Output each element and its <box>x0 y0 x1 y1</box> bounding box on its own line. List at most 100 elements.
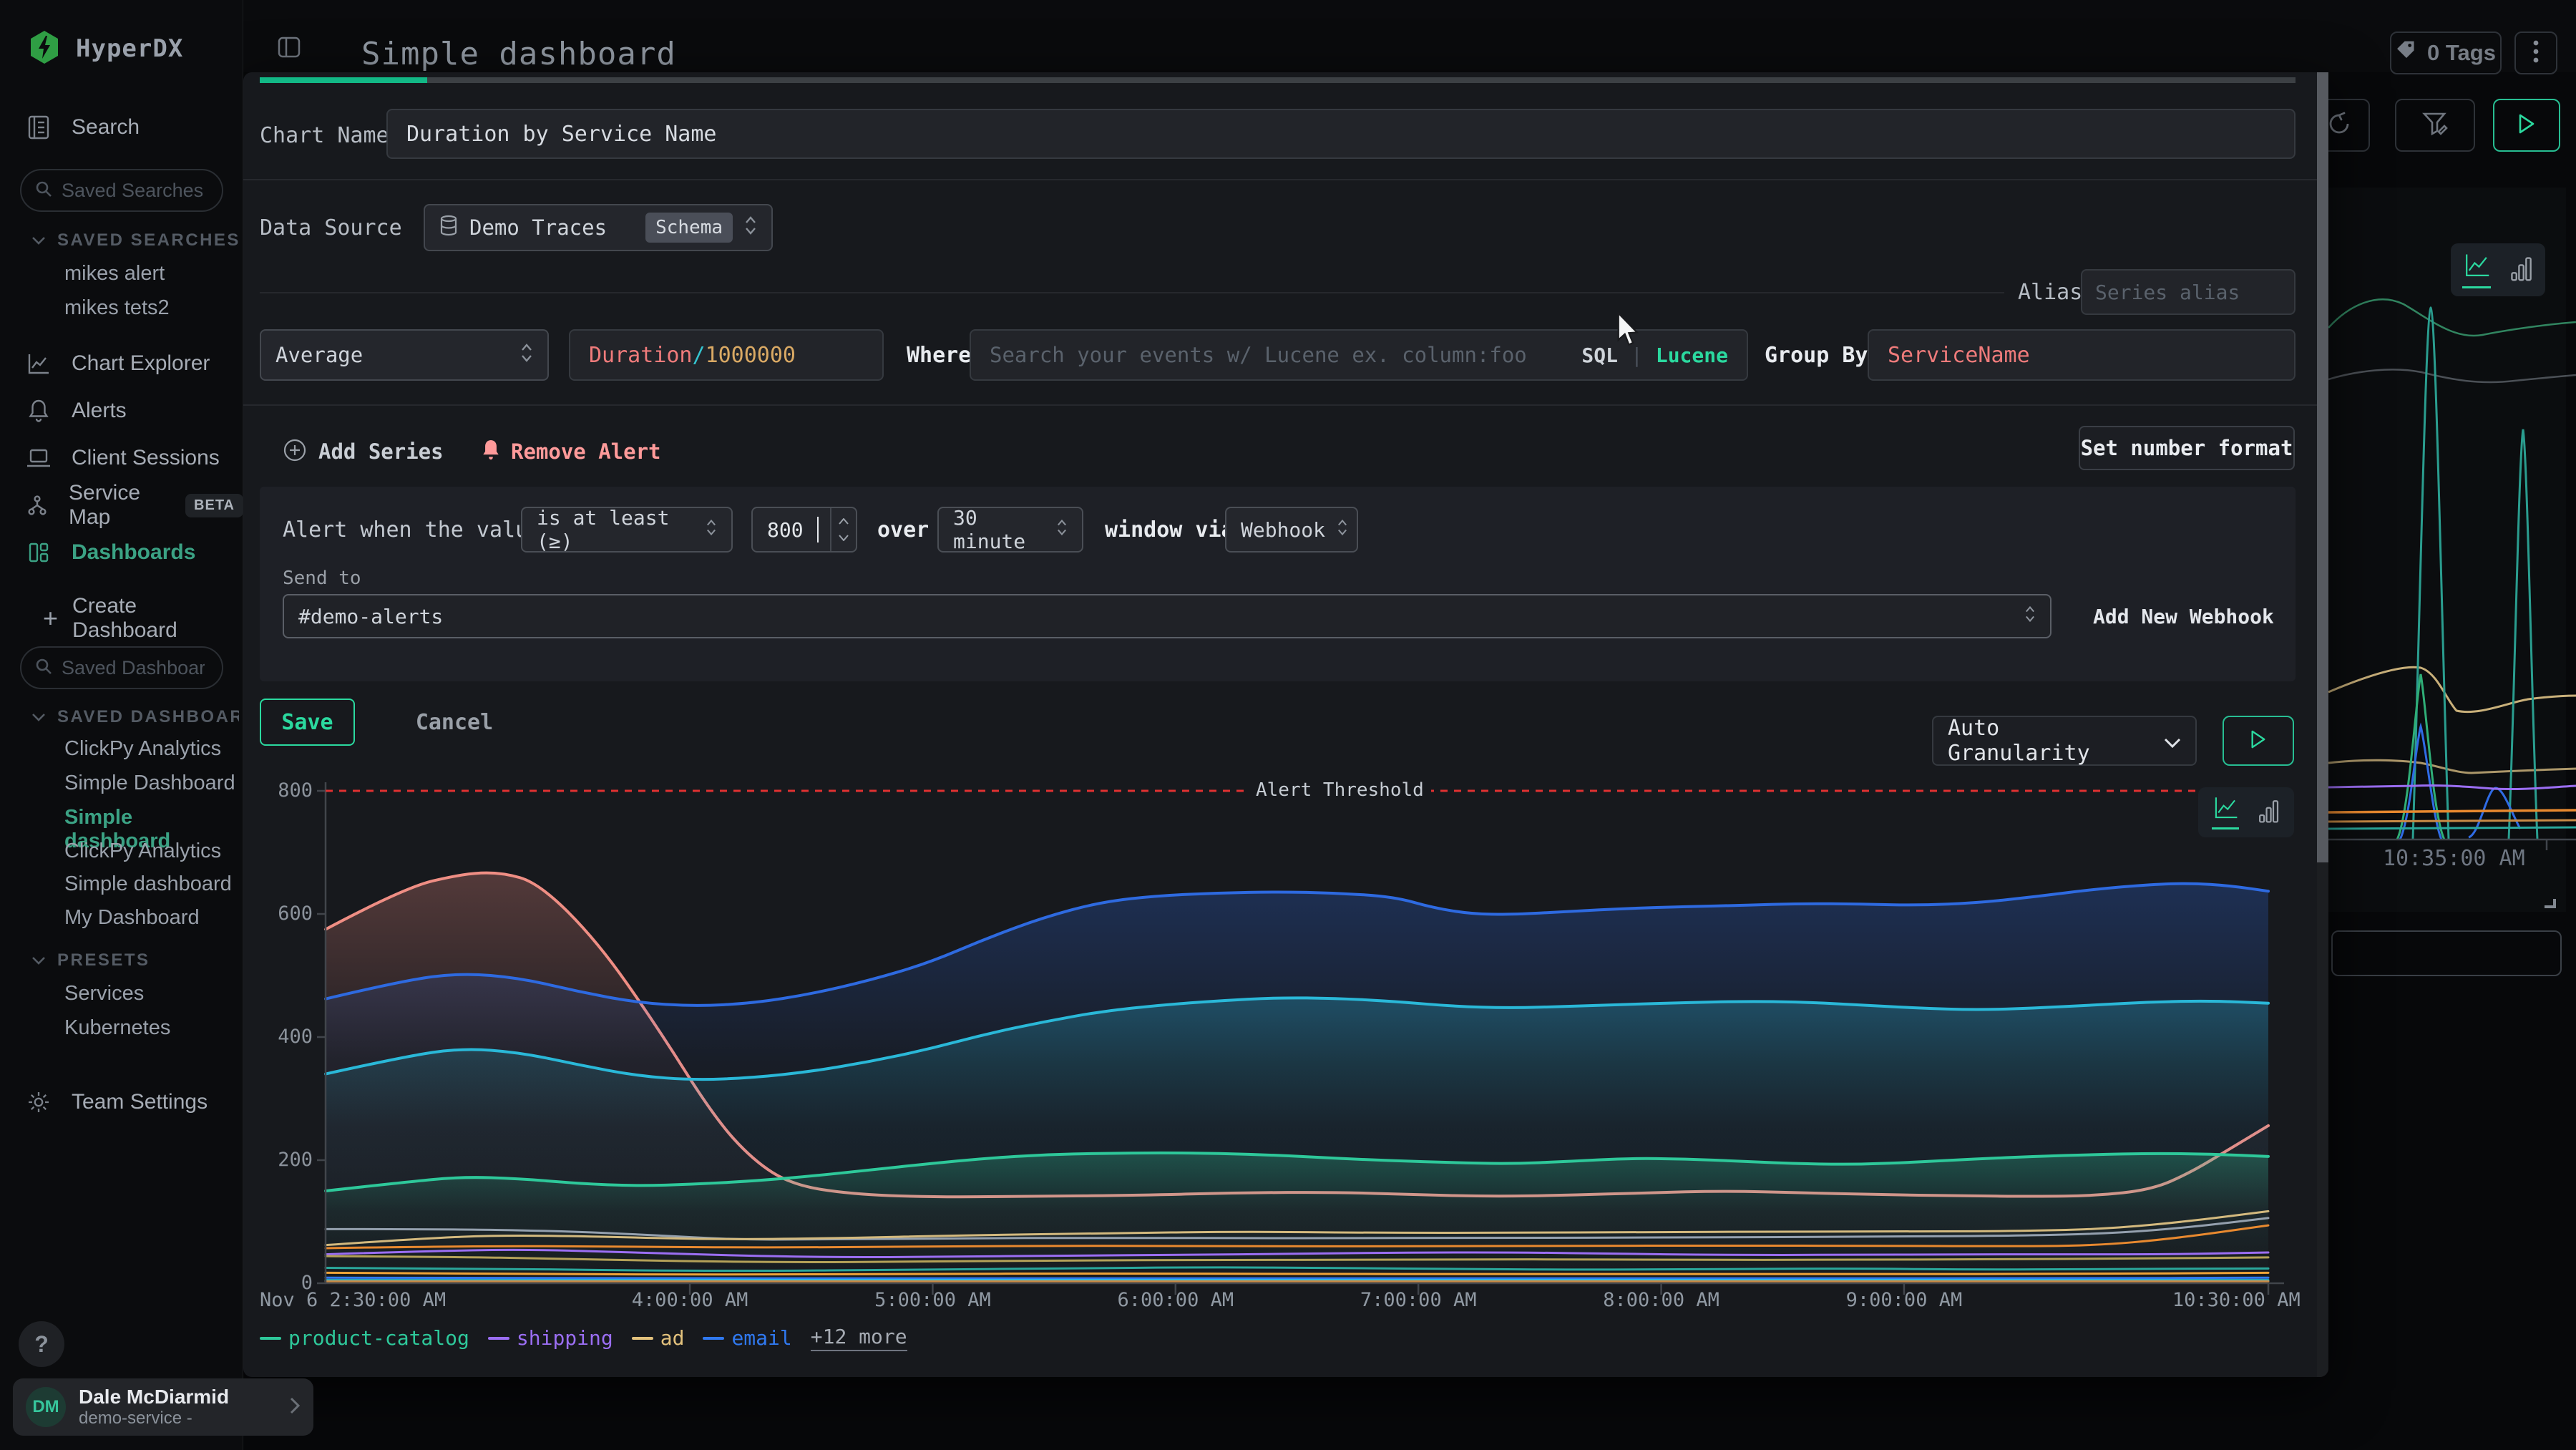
line-chart-icon[interactable] <box>2212 795 2239 829</box>
modal-scrollbar-thumb[interactable] <box>2317 72 2328 862</box>
legend-label: shipping <box>517 1326 613 1350</box>
chart-type-toggle[interactable] <box>2198 787 2294 837</box>
legend-item[interactable]: product-catalog <box>260 1326 469 1350</box>
y-tick-label: 200 <box>247 1149 313 1171</box>
send-to-select[interactable]: #demo-alerts <box>283 594 2051 638</box>
sidebar-item-team-settings[interactable]: Team Settings <box>0 1082 243 1122</box>
alert-channel-select[interactable]: Webhook <box>1225 507 1358 553</box>
data-source-value: Demo Traces <box>469 215 607 240</box>
alert-threshold-label: Alert Threshold <box>1249 779 1431 801</box>
gear-icon <box>26 1091 52 1114</box>
saved-search-item[interactable]: mikes tets2 <box>64 296 170 320</box>
bar-chart-icon[interactable] <box>2509 255 2534 285</box>
x-tick-label: 6:00:00 AM <box>1118 1289 1234 1311</box>
presets-header[interactable]: PRESETS <box>31 950 150 970</box>
saved-searches-search[interactable] <box>20 169 223 212</box>
brand-name: HyperDX <box>76 34 183 63</box>
save-button[interactable]: Save <box>260 699 355 746</box>
updown-chevron-icon <box>520 342 533 369</box>
sidebar-item-service-map[interactable]: Service Map BETA <box>0 485 243 525</box>
sidebar-collapse-button[interactable] <box>278 37 301 61</box>
preset-item[interactable]: Kubernetes <box>64 1016 170 1040</box>
laptop-icon <box>26 447 52 469</box>
x-tick-label: Nov 6 2:30:00 AM <box>260 1289 446 1311</box>
legend-item[interactable]: email <box>703 1326 791 1350</box>
granularity-select[interactable]: Auto Granularity <box>1932 716 2197 766</box>
saved-searches-header[interactable]: SAVED SEARCHES <box>31 230 240 250</box>
saved-dashboards-header[interactable]: SAVED DASHBOARDS <box>31 707 239 727</box>
more-menu-button[interactable] <box>2514 31 2557 74</box>
sidebar-item-search[interactable]: Search <box>0 107 243 147</box>
sidebar-item-dashboards[interactable]: Dashboards <box>0 532 243 573</box>
avatar: DM <box>26 1387 66 1427</box>
add-new-webhook-link[interactable]: Add New Webhook <box>2093 605 2274 628</box>
data-source-select[interactable]: Demo Traces Schema <box>424 204 773 251</box>
set-number-format-button[interactable]: Set number format <box>2079 426 2295 470</box>
x-tick-label: 8:00:00 AM <box>1603 1289 1719 1311</box>
lucene-toggle[interactable]: Lucene <box>1656 344 1728 367</box>
alias-field[interactable] <box>2081 269 2296 315</box>
user-org: demo-service - <box>79 1408 229 1429</box>
chart-name-input[interactable] <box>406 122 2275 147</box>
add-series-button[interactable]: Add Series <box>283 434 444 469</box>
aggregation-select[interactable]: Average <box>260 329 549 381</box>
updown-chevron-icon <box>706 517 717 542</box>
chart-name-label: Chart Name <box>260 110 389 160</box>
sidebar-item-client-sessions[interactable]: Client Sessions <box>0 438 243 478</box>
sidebar-item-alerts[interactable]: Alerts <box>0 391 243 431</box>
alias-input[interactable] <box>2095 281 2281 304</box>
updown-chevron-icon <box>744 215 757 241</box>
chart-line-icon <box>26 352 52 375</box>
x-tick-label: 5:00:00 AM <box>874 1289 991 1311</box>
saved-dashboards-search[interactable] <box>20 646 223 689</box>
saved-dashboard-item[interactable]: ClickPy Analytics <box>64 737 221 761</box>
user-card[interactable]: DM Dale McDiarmid demo-service - <box>13 1378 313 1436</box>
duration-line-chart[interactable] <box>247 769 2301 1313</box>
alert-threshold-field[interactable]: 800 <box>751 507 857 553</box>
search-icon <box>34 657 53 678</box>
send-to-label: Send to <box>283 568 361 589</box>
field-expression[interactable]: Duration/1000000 <box>569 329 884 381</box>
line-chart-icon[interactable] <box>2462 252 2491 288</box>
saved-dashboard-item[interactable]: Simple dashboard <box>64 872 232 896</box>
sidebar-item-chart-explorer[interactable]: Chart Explorer <box>0 344 243 384</box>
saved-dashboards-input[interactable] <box>62 657 205 679</box>
legend-item[interactable]: ad <box>632 1326 685 1350</box>
alert-window-select[interactable]: 30 minute <box>937 507 1083 553</box>
background-chart-type-toggle[interactable] <box>2451 243 2545 296</box>
saved-dashboard-item[interactable]: My Dashboard <box>64 906 200 930</box>
legend-more[interactable]: +12 more <box>811 1325 907 1351</box>
bar-chart-icon[interactable] <box>2258 798 2280 827</box>
brand[interactable]: HyperDX <box>29 30 183 67</box>
resize-handle-icon[interactable] <box>2545 899 2556 908</box>
saved-dashboard-item[interactable]: ClickPy Analytics <box>64 840 221 863</box>
alert-bell-icon <box>481 438 501 465</box>
filter-button[interactable] <box>2395 99 2475 152</box>
create-dashboard-button[interactable]: + Create Dashboard <box>43 594 243 643</box>
remove-alert-button[interactable]: Remove Alert <box>481 434 661 469</box>
modal-tab-track <box>260 77 2296 83</box>
dashboard-grid-icon <box>26 541 52 564</box>
saved-search-item[interactable]: mikes alert <box>64 262 165 286</box>
where-input[interactable] <box>990 343 1568 367</box>
updown-chevron-icon <box>1056 517 1068 542</box>
cancel-button[interactable]: Cancel <box>390 699 519 746</box>
legend-item[interactable]: shipping <box>488 1326 613 1350</box>
y-tick-label: 600 <box>247 902 313 925</box>
chart-name-field[interactable] <box>386 109 2296 159</box>
updown-chevron-icon <box>1337 517 1348 542</box>
saved-dashboard-item[interactable]: Simple Dashboard <box>64 772 235 795</box>
number-spinner[interactable] <box>830 508 856 551</box>
run-chart-button[interactable] <box>2223 716 2294 766</box>
alert-condition-select[interactable]: is at least (≥) <box>521 507 733 553</box>
tags-button[interactable]: 0 Tags <box>2390 31 2502 74</box>
group-by-field[interactable]: ServiceName <box>1868 329 2296 381</box>
preset-item[interactable]: Services <box>64 982 144 1006</box>
run-query-background-button[interactable] <box>2493 99 2560 152</box>
saved-searches-input[interactable] <box>62 180 205 202</box>
refresh-icon <box>2326 111 2352 140</box>
chevron-right-icon <box>289 1396 301 1418</box>
sql-toggle[interactable]: SQL <box>1581 344 1618 367</box>
background-empty-panel <box>2331 930 2562 976</box>
help-button[interactable]: ? <box>19 1321 64 1367</box>
